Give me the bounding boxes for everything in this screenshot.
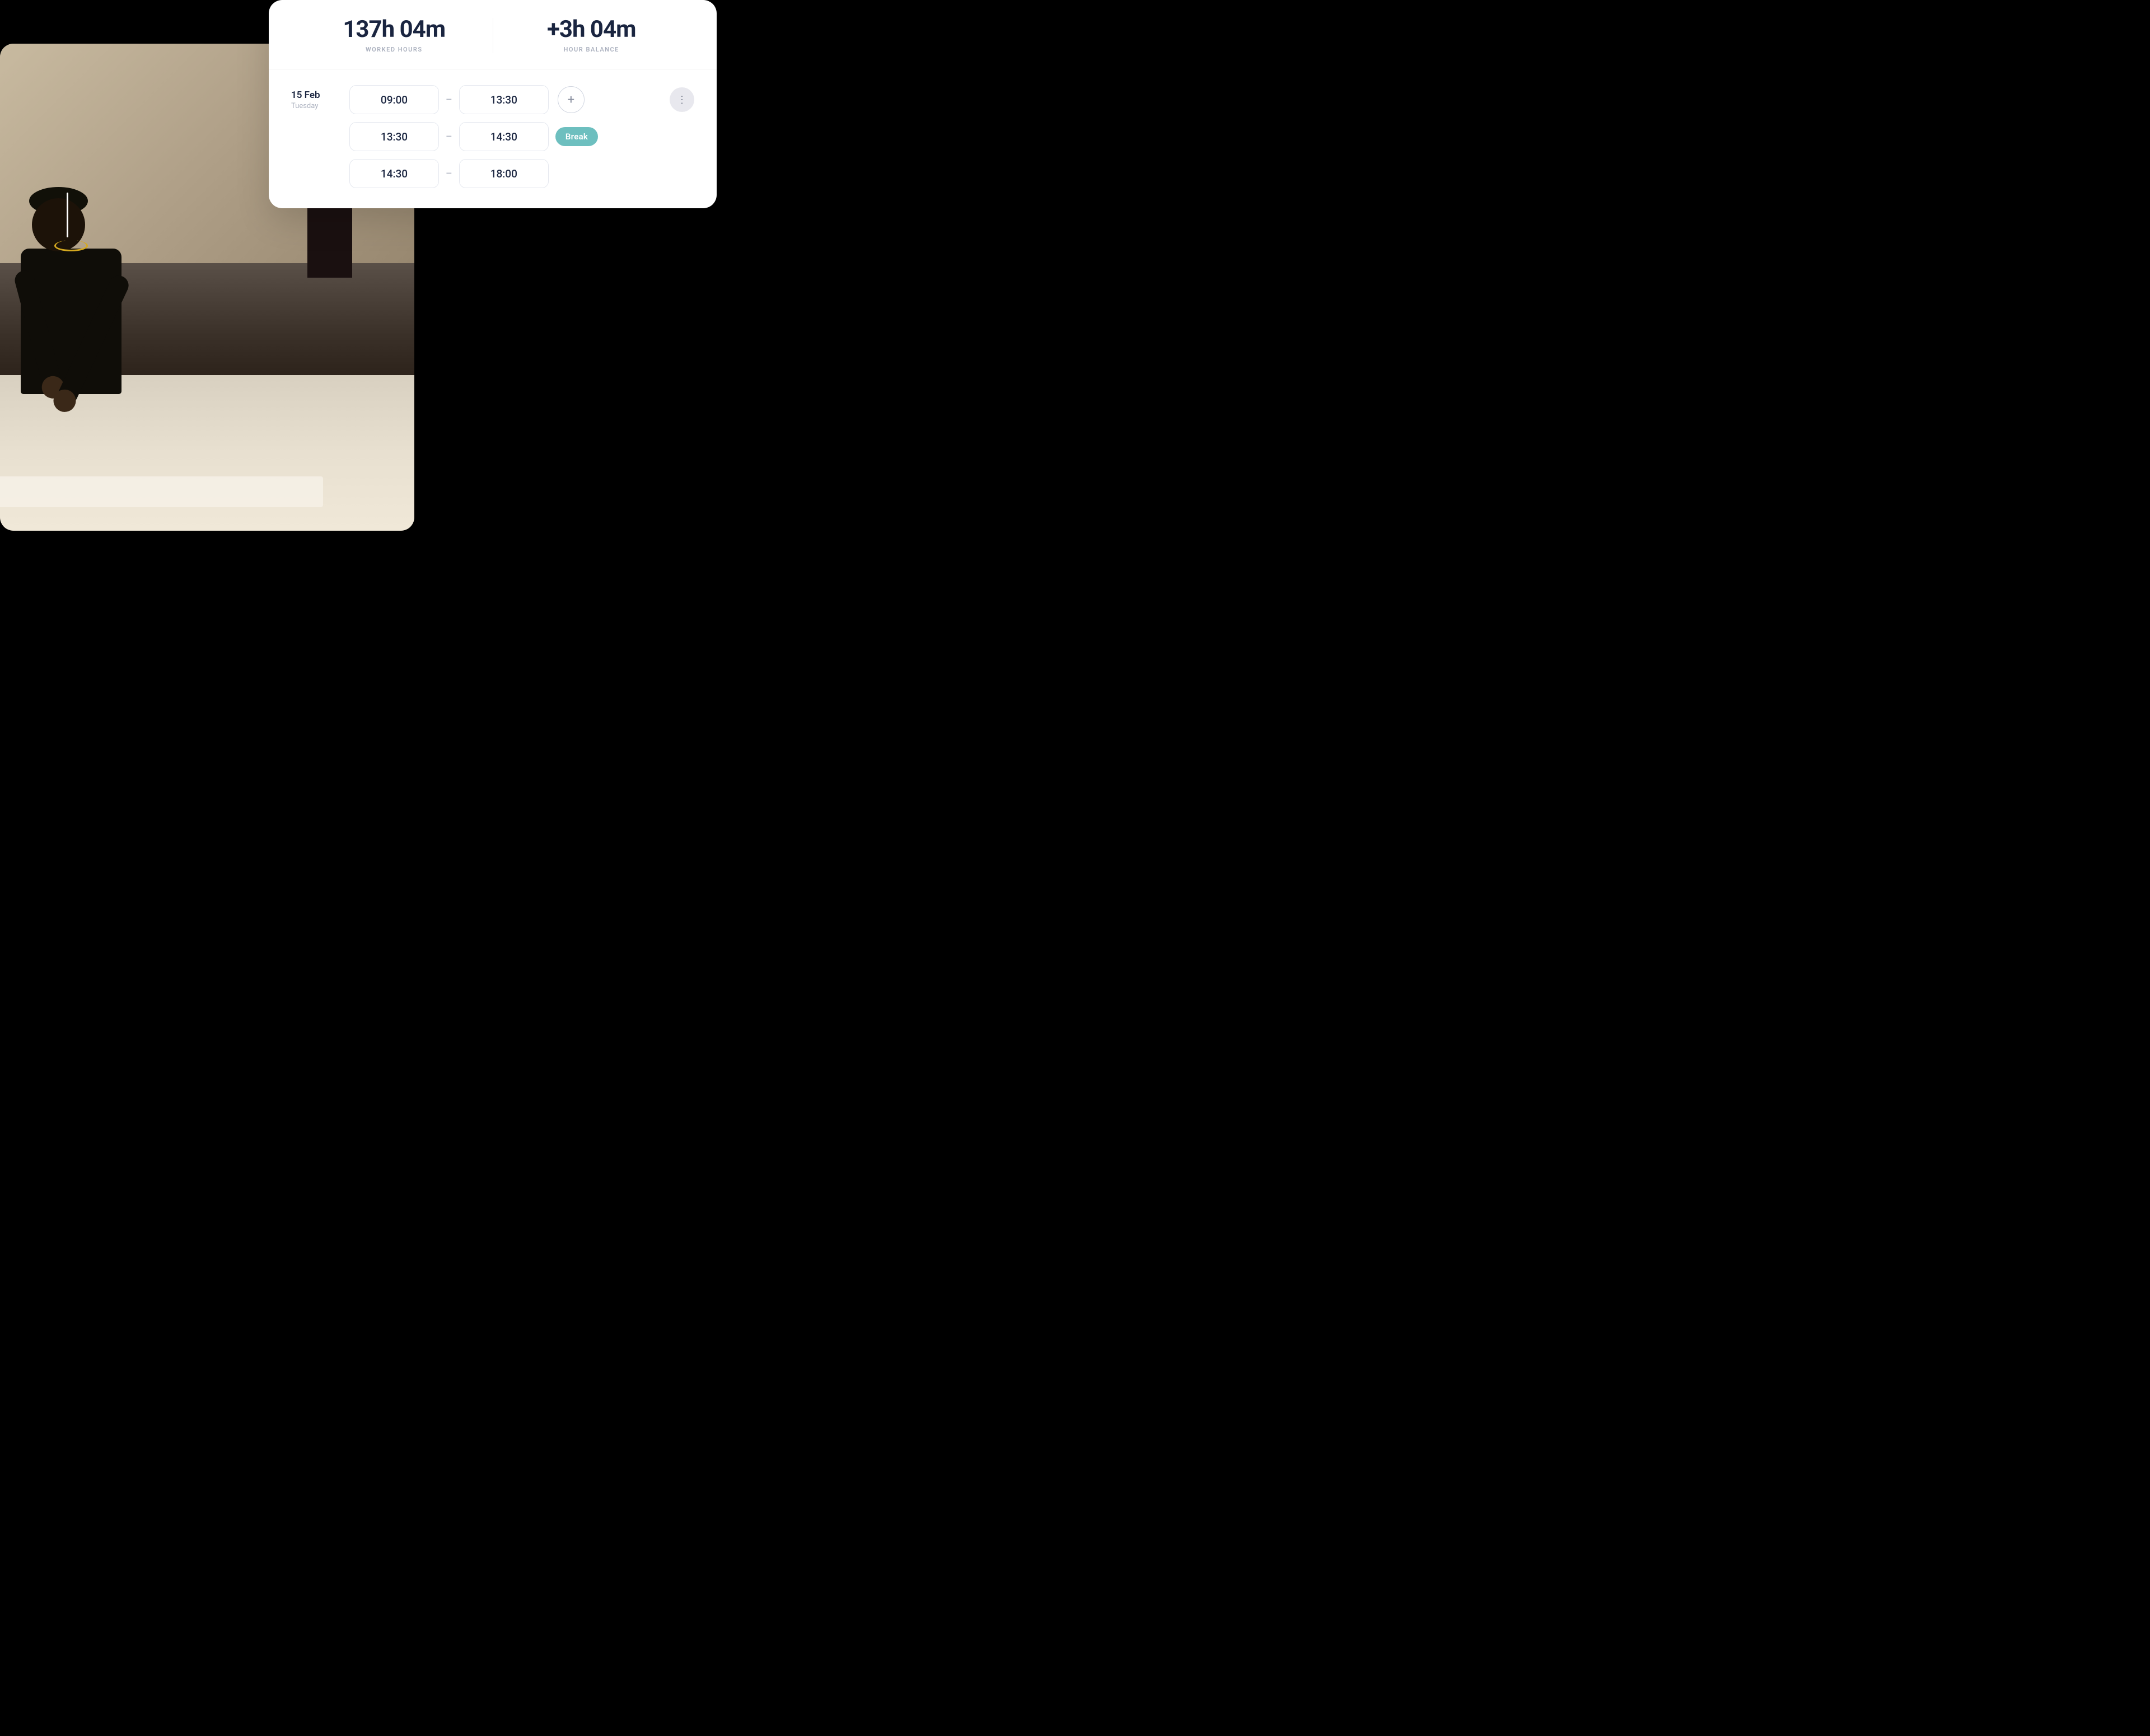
main-figure bbox=[21, 249, 121, 394]
entry-row-1: 09:00 – 13:30 + bbox=[349, 85, 663, 114]
add-entry-button[interactable]: + bbox=[558, 86, 585, 113]
stats-row: 137h 04m WORKED HOURS +3h 04m HOUR BALAN… bbox=[269, 0, 717, 69]
date-day: 15 Feb bbox=[291, 90, 336, 101]
entries-and-more: 09:00 – 13:30 + 13:30 – 14:30 Break bbox=[349, 85, 694, 188]
worked-hours-value: 137h 04m bbox=[296, 18, 493, 41]
necklace bbox=[54, 240, 88, 251]
hour-balance-value: +3h 04m bbox=[493, 18, 690, 41]
plus-icon: + bbox=[568, 93, 574, 107]
time-entries-section: 15 Feb Tuesday 09:00 – 13:30 + bbox=[269, 69, 717, 208]
date-weekday: Tuesday bbox=[291, 102, 336, 110]
entry-3-start-time[interactable]: 14:30 bbox=[349, 159, 439, 188]
entry-row-3: 14:30 – 18:00 bbox=[349, 159, 663, 188]
worked-hours-label: WORKED HOURS bbox=[296, 46, 493, 53]
entry-row-2: 13:30 – 14:30 Break bbox=[349, 122, 663, 151]
main-arm-right bbox=[55, 273, 132, 408]
time-tracking-card: 137h 04m WORKED HOURS +3h 04m HOUR BALAN… bbox=[269, 0, 717, 208]
more-options-button[interactable]: ⋮ bbox=[670, 87, 694, 112]
more-dots-icon: ⋮ bbox=[677, 94, 687, 106]
worked-hours-stat: 137h 04m WORKED HOURS bbox=[296, 18, 493, 53]
separator-1: – bbox=[446, 94, 452, 106]
entry-2-start-time[interactable]: 13:30 bbox=[349, 122, 439, 151]
date-label: 15 Feb Tuesday bbox=[291, 85, 336, 110]
main-arm-left bbox=[13, 269, 64, 393]
hour-balance-label: HOUR BALANCE bbox=[493, 46, 690, 53]
separator-3: – bbox=[446, 168, 452, 180]
date-section: 15 Feb Tuesday 09:00 – 13:30 + bbox=[291, 85, 694, 188]
break-badge[interactable]: Break bbox=[555, 127, 598, 146]
table-paper bbox=[0, 476, 323, 508]
entry-1-end-time[interactable]: 13:30 bbox=[459, 85, 549, 114]
separator-2: – bbox=[446, 131, 452, 143]
earphone-wire bbox=[67, 193, 68, 237]
entry-3-end-time[interactable]: 18:00 bbox=[459, 159, 549, 188]
entry-1-start-time[interactable]: 09:00 bbox=[349, 85, 439, 114]
main-torso bbox=[21, 249, 121, 394]
entry-2-end-time[interactable]: 14:30 bbox=[459, 122, 549, 151]
hour-balance-stat: +3h 04m HOUR BALANCE bbox=[493, 18, 690, 53]
entries-list: 09:00 – 13:30 + 13:30 – 14:30 Break bbox=[349, 85, 663, 188]
